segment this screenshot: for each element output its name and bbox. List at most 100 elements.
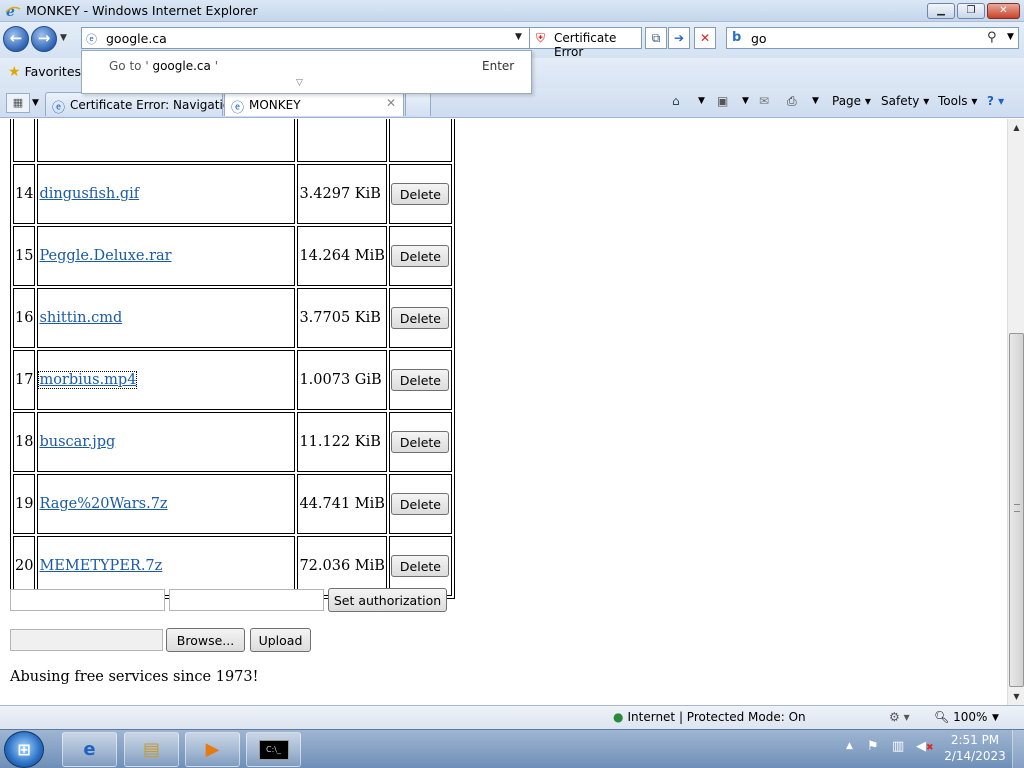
search-options-dropdown[interactable]: ▼ — [1007, 32, 1014, 42]
file-link[interactable]: buscar.jpg — [39, 434, 115, 450]
file-link[interactable]: MEMETYPER.7z — [39, 558, 162, 574]
tab-list-dropdown[interactable]: ▼ — [32, 98, 39, 108]
address-autocomplete[interactable]: Go to ' google.ca ' Enter ▽ — [81, 50, 532, 94]
row-number: 15 — [13, 226, 36, 286]
security-zone[interactable]: ● Internet | Protected Mode: On — [613, 710, 806, 724]
delete-button[interactable]: Delete — [391, 493, 450, 515]
help-icon[interactable]: ? ▾ — [987, 92, 1004, 112]
ie-logo-icon: e — [5, 3, 21, 20]
back-button[interactable]: ← — [3, 26, 29, 52]
scroll-up-arrow-icon[interactable]: ▲ — [1008, 119, 1024, 136]
delete-cell: Delete — [388, 412, 452, 472]
new-tab-button[interactable] — [405, 92, 431, 116]
autocomplete-enter-hint: Enter — [482, 59, 515, 73]
upload-button[interactable]: Upload — [250, 628, 311, 652]
close-window-button[interactable]: ✕ — [987, 3, 1020, 19]
autocomplete-url: google.ca — [152, 59, 211, 73]
table-row: 17 morbius.mp4 1.0073 GiB Delete — [13, 350, 452, 410]
magnifier-icon[interactable]: ⚲ — [987, 30, 997, 45]
taskbar-windows-explorer[interactable]: ▤ — [124, 732, 179, 767]
clock-time[interactable]: 2:51 PM — [950, 733, 1000, 747]
file-link[interactable]: morbius.mp4 — [38, 371, 138, 389]
search-input[interactable]: go — [751, 31, 767, 46]
forward-button[interactable]: → — [31, 26, 57, 52]
mail-icon[interactable]: ✉ — [759, 92, 769, 112]
tools-menu[interactable]: Tools ▾ — [938, 92, 977, 112]
quick-tabs-button[interactable]: ▦ — [6, 93, 30, 113]
file-link[interactable]: Rage%20Wars.7z — [39, 496, 167, 512]
favorites-button[interactable]: ★ Favorites — [8, 64, 81, 80]
compatibility-view-button[interactable]: ⧉ — [645, 27, 667, 49]
ie-logo-icon: e — [83, 739, 96, 760]
row-number: 19 — [13, 474, 36, 534]
scrollbar-thumb[interactable] — [1009, 333, 1024, 687]
safety-menu[interactable]: Safety ▾ — [881, 92, 929, 112]
delete-button[interactable]: Delete — [391, 555, 450, 577]
table-row: 19 Rage%20Wars.7z 44.741 MiB Delete — [13, 474, 452, 534]
certificate-error-label: Certificate Error — [554, 31, 617, 59]
home-icon[interactable]: ⌂ — [672, 92, 680, 112]
chevron-down-icon[interactable]: ▽ — [296, 78, 303, 88]
print-dropdown[interactable]: ▼ — [812, 92, 819, 112]
address-bar[interactable]: ⓔ google.ca ▼ — [81, 27, 530, 49]
delete-button[interactable]: Delete — [391, 245, 450, 267]
set-authorization-button[interactable]: Set authorization — [328, 588, 447, 612]
zoom-dropdown[interactable]: ▼ — [992, 713, 999, 723]
search-box[interactable]: b go ⚲ ▼ — [726, 27, 1019, 49]
scroll-down-arrow-icon[interactable]: ▼ — [1008, 688, 1024, 705]
delete-button[interactable]: Delete — [391, 307, 450, 329]
vertical-scrollbar[interactable]: ▲ ▼ — [1007, 119, 1024, 705]
forward-arrow-icon: → — [37, 29, 51, 47]
page-menu[interactable]: Page ▾ — [832, 92, 871, 112]
feeds-dropdown[interactable]: ▼ — [742, 92, 749, 112]
address-input[interactable]: google.ca — [106, 31, 167, 46]
file-name-cell: shittin.cmd — [37, 288, 296, 348]
delete-button[interactable]: Delete — [391, 431, 450, 453]
safety-menu-label: Safety — [881, 94, 920, 108]
delete-cell: Delete — [388, 350, 452, 410]
taskbar-internet-explorer[interactable]: e — [62, 732, 117, 767]
tab-monkey[interactable]: ⓔ MONKEY ✕ — [224, 92, 404, 116]
start-button[interactable]: ⊞ — [4, 731, 44, 768]
window-title: MONKEY - Windows Internet Explorer — [26, 3, 258, 18]
minimize-button[interactable]: ▁ — [927, 3, 955, 19]
certificate-error-button[interactable]: ⛨ Certificate Error — [530, 27, 642, 59]
go-button[interactable]: ➔ — [668, 27, 690, 49]
auth-password-input[interactable] — [169, 589, 324, 611]
maximize-button[interactable]: ❐ — [957, 3, 985, 19]
recent-pages-dropdown[interactable]: ▼ — [60, 33, 67, 43]
network-icon[interactable]: ▥ — [892, 739, 904, 754]
file-path-input[interactable] — [10, 629, 163, 651]
delete-button[interactable]: Delete — [391, 183, 450, 205]
bing-icon: b — [732, 30, 742, 45]
action-center-flag-icon[interactable]: ⚑ — [867, 739, 879, 754]
browse-button[interactable]: Browse... — [166, 628, 245, 652]
rss-icon[interactable]: ▣ — [717, 92, 728, 112]
stop-button[interactable]: ✕ — [694, 27, 716, 49]
protected-mode-icon[interactable]: ⚙ ▾ — [889, 710, 910, 724]
zoom-level[interactable]: 🔍︎ 100% — [934, 710, 987, 724]
show-hidden-icons-button[interactable]: ▲ — [846, 741, 853, 751]
file-table: 14 dingusfish.gif 3.4297 KiB Delete 15 P… — [10, 119, 455, 599]
home-dropdown[interactable]: ▼ — [698, 92, 705, 112]
file-link[interactable]: shittin.cmd — [39, 310, 122, 326]
volume-muted-icon[interactable]: ◀✖ — [916, 739, 934, 754]
clock-date[interactable]: 2/14/2023 — [944, 749, 1006, 763]
address-dropdown[interactable]: ▼ — [515, 32, 522, 42]
delete-button[interactable]: Delete — [391, 369, 450, 391]
taskbar-media-player[interactable]: ▶ — [185, 732, 240, 767]
tab-certificate-error[interactable]: ⓔ Certificate Error: Navigatio... — [45, 92, 241, 116]
file-size: 44.741 MiB — [297, 474, 387, 534]
auth-username-input[interactable] — [10, 589, 165, 611]
file-link[interactable]: Peggle.Deluxe.rar — [39, 248, 171, 264]
security-zone-label: Internet | Protected Mode: On — [627, 710, 806, 724]
windows-logo-icon: ⊞ — [17, 740, 31, 759]
file-link[interactable]: dingusfish.gif — [39, 186, 139, 202]
printer-icon[interactable]: ⎙ — [787, 92, 797, 112]
file-name-cell: MEMETYPER.7z — [37, 536, 296, 596]
delete-cell: Delete — [388, 164, 452, 224]
close-tab-icon[interactable]: ✕ — [386, 96, 396, 110]
show-desktop-button[interactable] — [1012, 730, 1024, 768]
taskbar-command-prompt[interactable]: C:\_ — [246, 732, 301, 767]
autocomplete-goto[interactable]: Go to ' google.ca ' — [109, 59, 218, 73]
